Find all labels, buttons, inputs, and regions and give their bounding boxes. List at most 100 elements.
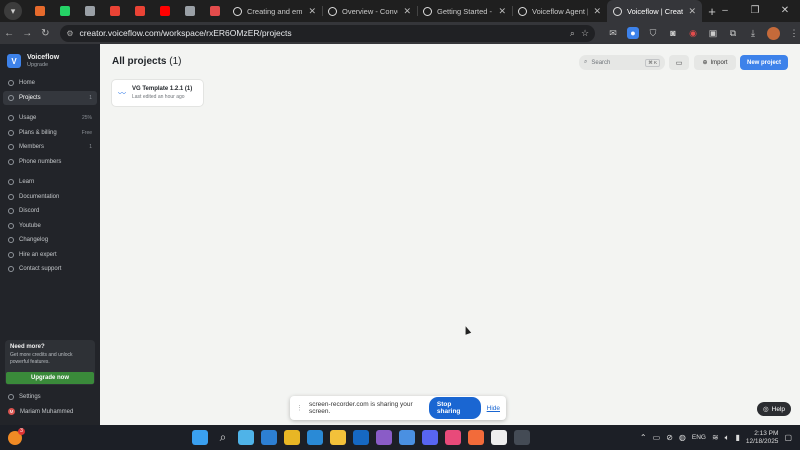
stop-sharing-button[interactable]: Stop sharing (428, 397, 481, 419)
search-icon[interactable]: ⌕ (215, 430, 231, 445)
language-indicator[interactable]: ENG (692, 434, 706, 441)
tab-list: Creating and embed✕Overview - Convoco✕Ge… (227, 0, 702, 22)
sidebar-item-plans-billing[interactable]: Plans & billing Free (3, 126, 97, 141)
weather-widget[interactable]: 3 (0, 427, 30, 445)
maximize-icon[interactable]: ❐ (740, 0, 770, 22)
minimize-icon[interactable]: – (710, 0, 740, 22)
close-icon[interactable]: ✕ (770, 0, 800, 22)
chrome-icon[interactable] (284, 430, 300, 445)
cursor-app-icon[interactable] (491, 430, 507, 445)
cloud-icon[interactable] (399, 430, 415, 445)
forward-icon[interactable]: → (18, 28, 36, 39)
import-button[interactable]: ⊕ Import (694, 55, 736, 70)
tab-close-icon[interactable]: ✕ (593, 6, 601, 17)
sidebar-item-youtube[interactable]: Youtube (3, 219, 97, 234)
notifications-icon[interactable]: ▢ (784, 433, 792, 442)
upgrade-link[interactable]: Upgrade (27, 62, 59, 68)
sidebar-item-hire-an-expert[interactable]: Hire an expert (3, 248, 97, 263)
browser-tab[interactable]: Getting Started - Co ✕ (417, 0, 512, 22)
pinned-tab[interactable] (78, 0, 102, 22)
workspace-name: Voiceflow (27, 54, 60, 61)
sidebar-item-documentation[interactable]: Documentation (3, 190, 97, 205)
sidebar-item-discord[interactable]: Discord (3, 204, 97, 219)
gmail-icon (135, 6, 145, 16)
sidebar-item-settings[interactable]: Settings (3, 390, 97, 405)
sidebar-resources-nav: Learn Documentation Discord Youtube Changelo… (0, 175, 100, 277)
site-info-icon[interactable]: ⚙ (66, 29, 73, 38)
reload-icon[interactable]: ↻ (36, 28, 54, 39)
tab-close-icon[interactable]: ✕ (498, 6, 506, 17)
battery-saver-icon[interactable]: ▭ (653, 433, 661, 442)
shield-icon[interactable]: ⛉ (647, 27, 659, 39)
whatsapp-icon (60, 6, 70, 16)
discord-icon[interactable] (422, 430, 438, 445)
network-icon[interactable]: ⊘ (666, 433, 673, 442)
store-icon[interactable] (261, 430, 277, 445)
screenshot-icon[interactable]: ▣ (707, 27, 719, 39)
chevron-up-icon[interactable]: ⌃ (640, 433, 647, 442)
copilot-icon[interactable] (238, 430, 254, 445)
tab-close-icon[interactable]: ✕ (688, 6, 696, 17)
pinned-tab[interactable] (103, 0, 127, 22)
sidebar-item-projects[interactable]: Projects 1 (3, 90, 97, 105)
zoom-icon[interactable]: ⌕ (570, 28, 575, 39)
user-menu[interactable]: M Mariam Muhammed (3, 405, 97, 420)
pinned-tab[interactable] (203, 0, 227, 22)
download-icon[interactable]: ⤓ (747, 27, 759, 39)
vscode-icon[interactable] (307, 430, 323, 445)
browser-tab[interactable]: Overview - Convoco ✕ (322, 0, 417, 22)
project-card[interactable]: 〰 VG Template 1.2.1 (1) Last edited an h… (112, 80, 203, 106)
postman-icon[interactable] (468, 430, 484, 445)
sidebar-item-label: Phone numbers (19, 158, 62, 165)
github-desktop-icon[interactable] (376, 430, 392, 445)
workspace-switcher[interactable]: V Voiceflow Upgrade (0, 44, 100, 68)
windows-start-icon[interactable] (192, 430, 208, 445)
tab-close-icon[interactable]: ✕ (403, 6, 411, 17)
volume-icon[interactable]: 🔈︎ (725, 433, 730, 443)
snipping-tool-icon[interactable] (445, 430, 461, 445)
menu-icon[interactable]: ⋮ (788, 27, 800, 39)
record-icon (210, 6, 220, 16)
browser-tab[interactable]: Creating and embed ✕ (227, 0, 322, 22)
pinned-tab[interactable] (53, 0, 77, 22)
outlook-icon[interactable] (353, 430, 369, 445)
sidebar-item-contact-support[interactable]: Contact support (3, 262, 97, 277)
security-icon[interactable]: ◍ (679, 433, 686, 442)
file-explorer-icon[interactable] (330, 430, 346, 445)
record-icon[interactable]: ◉ (687, 27, 699, 39)
extensions-icon[interactable]: ⧉ (727, 27, 739, 39)
bookmark-star-icon[interactable]: ☆ (581, 28, 589, 39)
sidebar-item-changelog[interactable]: Changelog (3, 233, 97, 248)
help-button[interactable]: ◎ Help (757, 402, 791, 416)
extension-badge-icon[interactable]: ● (627, 27, 640, 39)
pinned-tab[interactable] (178, 0, 202, 22)
sidebar-item-phone-numbers[interactable]: Phone numbers (3, 155, 97, 170)
url-text[interactable]: creator.voiceflow.com/workspace/rxER6OMz… (80, 28, 564, 38)
tab-search-button[interactable]: ▾ (4, 2, 22, 20)
new-project-button[interactable]: New project (740, 55, 788, 70)
clock[interactable]: 2:13 PM 12/18/2025 (746, 430, 779, 446)
sidebar-item-members[interactable]: Members 1 (3, 140, 97, 155)
address-bar[interactable]: ⚙ creator.voiceflow.com/workspace/rxER6O… (60, 24, 596, 42)
new-folder-button[interactable]: ▭ (669, 55, 689, 70)
sidebar-item-usage[interactable]: Usage 25% (3, 111, 97, 126)
mail-icon[interactable]: ✉ (607, 27, 619, 39)
search-input[interactable]: ⌕ Search ⌘ K (579, 55, 665, 70)
terminal-icon[interactable] (514, 430, 530, 445)
pinned-tab[interactable] (153, 0, 177, 22)
battery-icon[interactable]: ▮ (735, 433, 739, 442)
back-icon[interactable]: ← (0, 28, 18, 39)
profile-avatar[interactable] (767, 26, 781, 40)
sidebar-item-home[interactable]: Home (3, 76, 97, 91)
browser-tab[interactable]: Voiceflow Agent | Ag ✕ (512, 0, 607, 22)
sidebar-item-learn[interactable]: Learn (3, 175, 97, 190)
camera-icon[interactable]: ◙ (667, 27, 679, 39)
hide-share-bar-link[interactable]: Hide (487, 405, 500, 412)
pinned-tab[interactable] (28, 0, 52, 22)
drag-handle-icon[interactable]: ⋮ (296, 404, 303, 412)
tab-close-icon[interactable]: ✕ (308, 6, 316, 17)
upgrade-now-button[interactable]: Upgrade now (6, 372, 94, 384)
wifi-icon[interactable]: ≋ (712, 433, 719, 442)
browser-tab[interactable]: Voiceflow | Creator ✕ (607, 0, 702, 22)
pinned-tab[interactable] (128, 0, 152, 22)
